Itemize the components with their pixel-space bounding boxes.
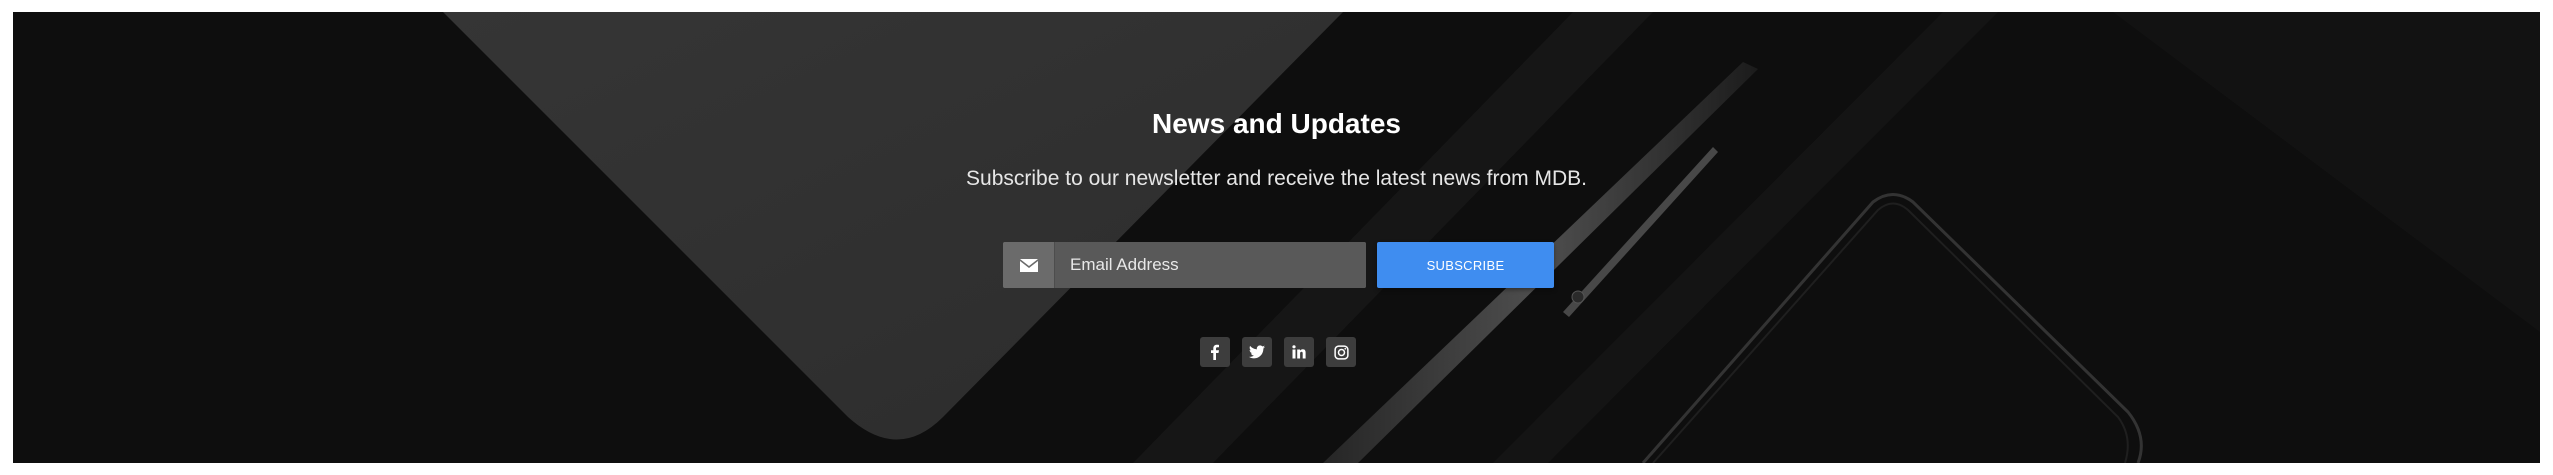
instagram-icon (1333, 344, 1349, 360)
linkedin-icon (1292, 345, 1306, 359)
twitter-link[interactable] (1242, 337, 1272, 367)
envelope-icon (1003, 242, 1055, 288)
email-input-group (1003, 242, 1366, 288)
newsletter-section: News and Updates Subscribe to our newsle… (13, 12, 2540, 463)
instagram-link[interactable] (1326, 337, 1356, 367)
email-field[interactable] (1055, 242, 1366, 288)
section-subtitle: Subscribe to our newsletter and receive … (966, 167, 1587, 190)
facebook-link[interactable] (1200, 337, 1230, 367)
facebook-icon (1211, 344, 1219, 360)
subscribe-button[interactable]: SUBSCRIBE (1377, 242, 1554, 288)
subscribe-form: SUBSCRIBE (1003, 242, 1554, 288)
social-links (1200, 337, 1356, 367)
section-title: News and Updates (1152, 108, 1401, 139)
twitter-icon (1249, 345, 1265, 359)
linkedin-link[interactable] (1284, 337, 1314, 367)
newsletter-content: News and Updates Subscribe to our newsle… (13, 12, 2540, 463)
